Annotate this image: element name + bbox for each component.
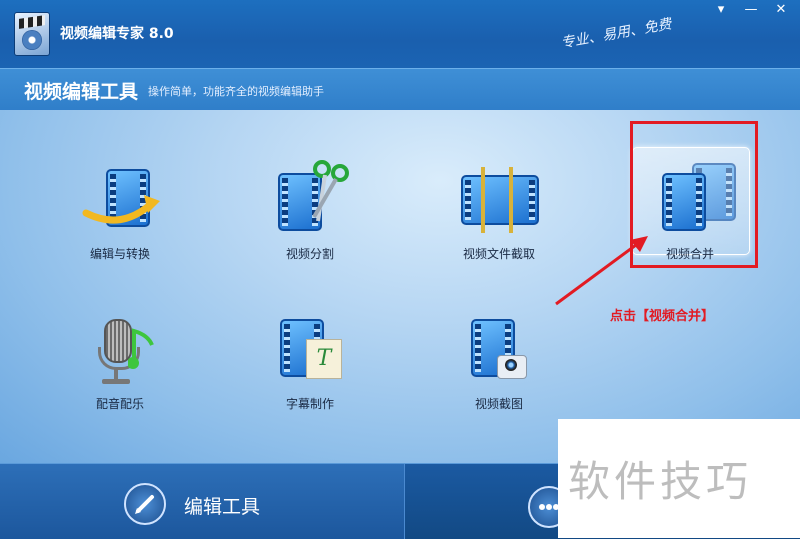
minimize-button[interactable]: — (740, 2, 762, 17)
section-header: 视频编辑工具 操作简单，功能齐全的视频编辑助手 (0, 68, 800, 112)
film-convert-icon (82, 167, 160, 235)
microphone-music-icon (98, 317, 156, 385)
film-trim-icon (461, 167, 539, 235)
watermark-text: 软件技巧 (568, 457, 753, 506)
tool-edit-convert[interactable]: 编辑与转换 (55, 155, 185, 275)
tool-split[interactable]: 视频分割 (245, 155, 375, 275)
close-button[interactable]: ✕ (770, 2, 792, 17)
tool-subtitle[interactable]: T 字幕制作 (245, 305, 375, 425)
film-camera-icon (471, 317, 535, 385)
annotation-text: 点击【视频合并】 (610, 309, 715, 324)
page-title: 视频编辑工具 (24, 81, 139, 103)
tool-label: 字幕制作 (285, 397, 334, 411)
page-subtitle: 操作简单，功能齐全的视频编辑助手 (148, 85, 324, 98)
tool-dubbing[interactable]: 配音配乐 (55, 305, 185, 425)
tool-label: 视频文件截取 (462, 247, 535, 261)
tab-label: 编辑工具 (184, 496, 261, 518)
film-subtitle-icon: T (280, 317, 346, 385)
tab-edit-tools[interactable]: 编辑工具 (0, 464, 405, 539)
tool-screenshot[interactable]: 视频截图 (434, 305, 564, 425)
tool-trim[interactable]: 视频文件截取 (434, 155, 564, 275)
menu-dropdown-button[interactable]: ▾ (710, 2, 732, 17)
title-bar: 视频编辑专家 8.0 专业、易用、免费 ▾ — ✕ (0, 0, 800, 68)
tool-label: 配音配乐 (95, 397, 144, 411)
film-scissors-icon (278, 160, 349, 235)
tool-label: 视频截图 (474, 397, 523, 411)
app-title: 视频编辑专家 8.0 (60, 26, 174, 42)
annotation-arrow-icon (555, 236, 648, 306)
tool-label: 编辑与转换 (89, 247, 150, 261)
pencil-icon (124, 483, 166, 525)
tool-label: 视频分割 (285, 247, 334, 261)
slogan: 专业、易用、免费 (559, 16, 673, 52)
app-logo-icon (14, 12, 50, 56)
